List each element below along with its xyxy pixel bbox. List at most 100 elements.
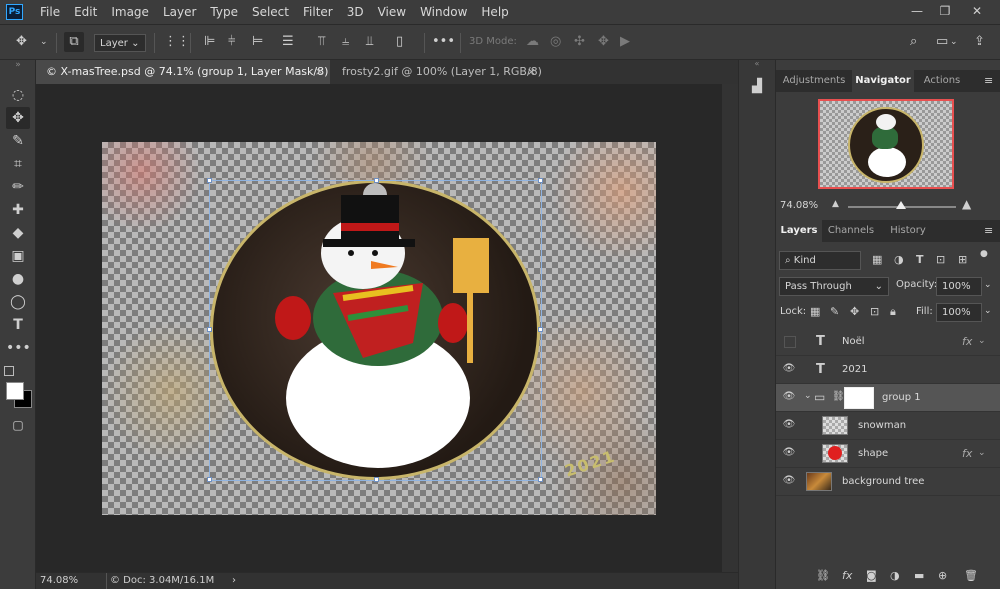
transform-handle[interactable] <box>538 178 543 183</box>
tab-navigator[interactable]: Navigator <box>852 70 914 92</box>
menu-edit[interactable]: Edit <box>67 0 104 24</box>
align-bottom-icon[interactable]: ⫫ <box>366 34 373 50</box>
trash-icon[interactable]: 🗑︎ <box>964 569 978 582</box>
zoom-out-icon[interactable]: ▲ <box>832 199 839 209</box>
link-layers-icon[interactable]: ⛓︎ <box>816 569 830 582</box>
canvas-area[interactable]: 2021 <box>36 84 738 572</box>
layer-row-shape[interactable]: 👁︎ shape fx ⌄ <box>776 440 1000 468</box>
gradient-tool-icon[interactable]: ▣ <box>6 245 30 267</box>
zoom-slider-thumb[interactable] <box>896 201 906 209</box>
layer-name[interactable]: snowman <box>858 412 906 440</box>
eye-icon[interactable]: 👁︎ <box>782 390 796 404</box>
auto-select-target-dropdown[interactable]: Layer ⌄ <box>94 34 146 52</box>
lock-position-icon[interactable]: ✥ <box>850 305 859 318</box>
menu-layer[interactable]: Layer <box>156 0 203 24</box>
new-group-icon[interactable]: ▬ <box>914 569 924 582</box>
chevron-down-icon[interactable]: ⌄ <box>978 448 986 458</box>
ellipse-tool-icon[interactable]: ◯ <box>6 291 30 313</box>
link-icon[interactable]: ⛓︎ <box>832 391 845 402</box>
vertical-scrollbar[interactable] <box>722 84 738 572</box>
distribute-vertical-icon[interactable]: ▯ <box>396 34 403 50</box>
menu-view[interactable]: View <box>371 0 413 24</box>
lock-pixels-icon[interactable]: ✎ <box>830 305 839 318</box>
layer-name[interactable]: shape <box>858 440 888 468</box>
menu-select[interactable]: Select <box>245 0 296 24</box>
healing-tool-icon[interactable]: ✚ <box>6 199 30 221</box>
layer-row-background-tree[interactable]: 👁︎ background tree <box>776 468 1000 496</box>
lock-transparent-icon[interactable]: ▦ <box>810 305 820 318</box>
eye-icon[interactable]: 👁︎ <box>782 474 796 488</box>
chevron-down-icon[interactable]: ⌄ <box>950 34 958 50</box>
filter-type-icon[interactable]: T <box>916 253 924 266</box>
new-layer-icon[interactable]: ⊕ <box>938 569 947 582</box>
close-tab-icon[interactable]: × <box>315 60 324 84</box>
tab-layers[interactable]: Layers <box>776 220 822 242</box>
filter-smartobject-icon[interactable]: ⊞ <box>958 253 967 266</box>
close-tab-icon[interactable]: × <box>527 60 536 84</box>
collapse-icon[interactable]: « <box>739 60 775 68</box>
panel-menu-icon[interactable]: ≡ <box>984 70 993 92</box>
histogram-icon[interactable]: ▟ <box>748 78 766 96</box>
zoom-level[interactable]: 74.08% <box>40 573 78 589</box>
photoshop-logo-icon[interactable]: Ps <box>6 4 23 20</box>
filter-kind-dropdown[interactable]: ⌕ Kind <box>779 251 861 270</box>
chevron-down-icon[interactable]: ⌄ <box>978 336 986 346</box>
move-tool-icon[interactable]: ✥ <box>6 107 30 129</box>
move-tool-icon[interactable]: ✥ <box>16 34 27 50</box>
filter-adjustment-icon[interactable]: ◑ <box>894 253 904 266</box>
layer-name[interactable]: background tree <box>842 468 924 496</box>
align-left-icon[interactable]: ⊫ <box>204 34 215 50</box>
navigator-preview[interactable] <box>818 99 954 189</box>
lock-all-icon[interactable]: 🔒︎ <box>890 305 896 319</box>
transform-handle[interactable] <box>207 477 212 482</box>
eye-icon[interactable]: 👁︎ <box>782 418 796 432</box>
chevron-down-icon[interactable]: ⌄ <box>40 34 48 50</box>
align-middle-icon[interactable]: ⫨ <box>342 34 349 50</box>
tab-adjustments[interactable]: Adjustments <box>776 70 852 92</box>
layer-mask-thumbnail[interactable] <box>844 387 874 409</box>
tab-actions[interactable]: Actions <box>914 70 970 92</box>
filter-toggle-icon[interactable]: ● <box>980 249 988 259</box>
foreground-color-swatch[interactable] <box>6 382 24 400</box>
eraser-tool-icon[interactable]: ◆ <box>6 222 30 244</box>
transform-handle[interactable] <box>538 477 543 482</box>
tab-xmastree[interactable]: © X-masTree.psd @ 74.1% (group 1, Layer … <box>36 60 330 102</box>
filter-pixel-icon[interactable]: ▦ <box>872 253 882 266</box>
fx-icon[interactable]: fx <box>962 335 972 348</box>
transform-handle[interactable] <box>207 178 212 183</box>
auto-select-layers-icon[interactable]: ⧉ <box>64 32 84 52</box>
menu-type[interactable]: Type <box>203 0 245 24</box>
default-colors-icon[interactable] <box>4 366 14 376</box>
menu-window[interactable]: Window <box>413 0 474 24</box>
fx-icon[interactable]: fx <box>962 447 972 460</box>
menu-filter[interactable]: Filter <box>296 0 340 24</box>
panel-menu-icon[interactable]: ≡ <box>984 220 993 242</box>
blend-mode-dropdown[interactable]: Pass Through ⌄ <box>779 277 889 296</box>
document-canvas[interactable]: 2021 <box>102 142 656 515</box>
layer-name[interactable]: 2021 <box>842 356 867 384</box>
search-icon[interactable]: ⌕ <box>910 34 917 50</box>
add-style-icon[interactable]: fx <box>842 569 852 582</box>
transform-bounding-box[interactable] <box>207 178 543 482</box>
chevron-down-icon[interactable]: ⌄ <box>984 306 992 316</box>
layer-row-noel[interactable]: T Noël fx ⌄ <box>776 328 1000 356</box>
tab-frosty2[interactable]: frosty2.gif @ 100% (Layer 1, RGB/8) × <box>332 60 542 84</box>
fill-input[interactable]: 100% <box>936 303 982 322</box>
layer-row-snowman[interactable]: 👁︎ snowman <box>776 412 1000 440</box>
collapse-icon[interactable]: » <box>6 60 30 70</box>
chevron-down-icon[interactable]: ⌄ <box>804 391 812 401</box>
add-mask-icon[interactable]: ◙ <box>866 569 877 582</box>
workspace-icon[interactable]: ▭ <box>936 34 948 50</box>
transform-handle[interactable] <box>538 327 543 332</box>
menu-image[interactable]: Image <box>104 0 156 24</box>
align-center-icon[interactable]: ⫩ <box>228 34 235 50</box>
navigator-zoom-value[interactable]: 74.08% <box>780 200 818 211</box>
quick-mask-icon[interactable]: ▢ <box>6 414 30 436</box>
tab-channels[interactable]: Channels <box>822 220 880 242</box>
close-window-button[interactable]: ✕ <box>962 0 992 24</box>
dodge-tool-icon[interactable]: ● <box>6 268 30 290</box>
visibility-toggle-empty[interactable] <box>784 336 796 348</box>
eye-icon[interactable]: 👁︎ <box>782 446 796 460</box>
align-top-icon[interactable]: ⫪ <box>318 34 325 50</box>
more-tools-icon[interactable]: ••• <box>6 337 31 359</box>
